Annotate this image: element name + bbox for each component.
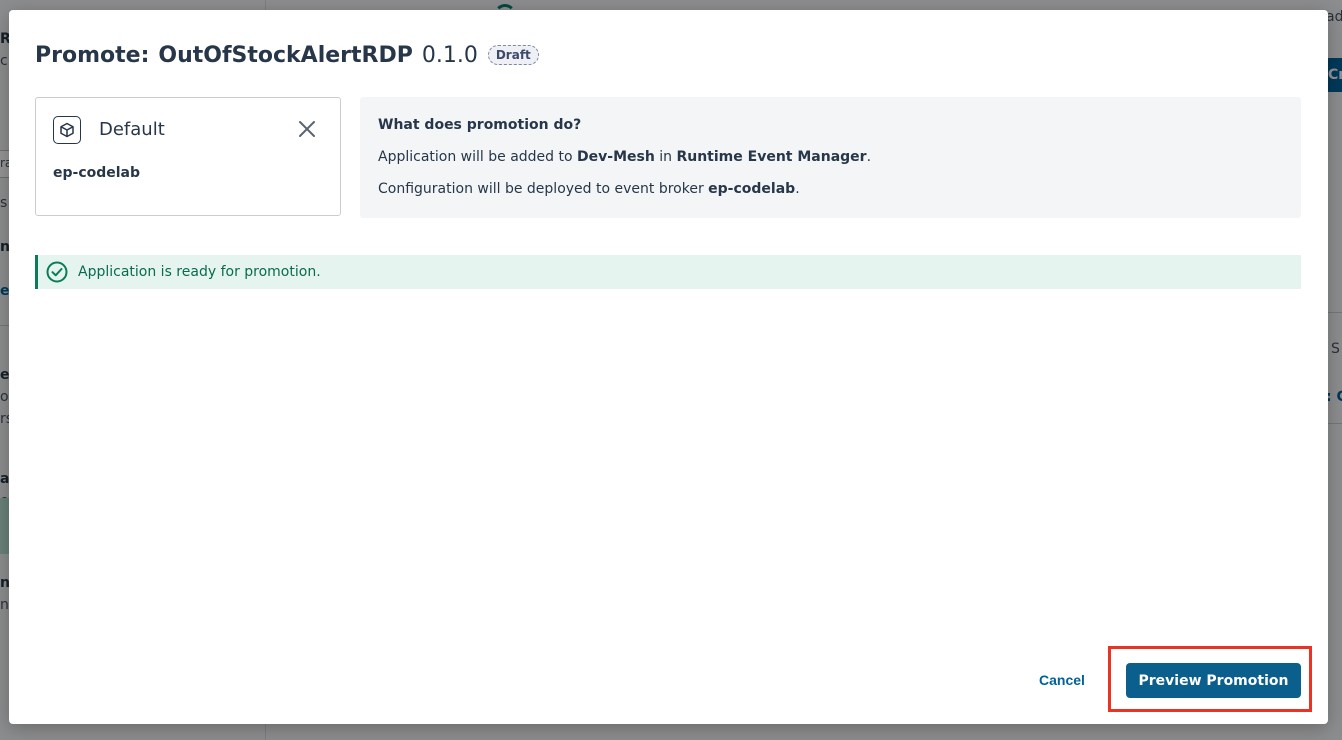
- close-icon: [299, 121, 315, 137]
- info-line-mesh: Application will be added to Dev-Mesh in…: [378, 149, 872, 165]
- promote-dialog: Promote: OutOfStockAlertRDP 0.1.0 Draft …: [9, 10, 1328, 724]
- remove-environment-button[interactable]: [294, 116, 320, 142]
- environment-name: Default: [99, 119, 165, 140]
- ready-status-banner: Application is ready for promotion.: [35, 255, 1301, 289]
- preview-promotion-button[interactable]: Preview Promotion: [1126, 663, 1301, 698]
- cancel-button[interactable]: Cancel: [1027, 665, 1097, 695]
- environment-card: Default ep-codelab: [35, 97, 341, 216]
- cube-icon: [53, 116, 81, 144]
- event-broker-name: ep-codelab: [53, 165, 141, 181]
- info-heading: What does promotion do?: [378, 117, 582, 133]
- application-version: 0.1.0: [421, 42, 478, 68]
- status-badge: Draft: [487, 45, 539, 65]
- application-name: OutOfStockAlertRDP: [158, 42, 413, 68]
- ready-status-text: Application is ready for promotion.: [78, 264, 321, 280]
- title-prefix: Promote:: [35, 42, 150, 68]
- check-circle-icon: [46, 261, 68, 283]
- promotion-info-panel: What does promotion do? Application will…: [360, 97, 1301, 218]
- info-line-broker: Configuration will be deployed to event …: [378, 181, 800, 197]
- dialog-title: Promote: OutOfStockAlertRDP 0.1.0 Draft: [35, 40, 539, 70]
